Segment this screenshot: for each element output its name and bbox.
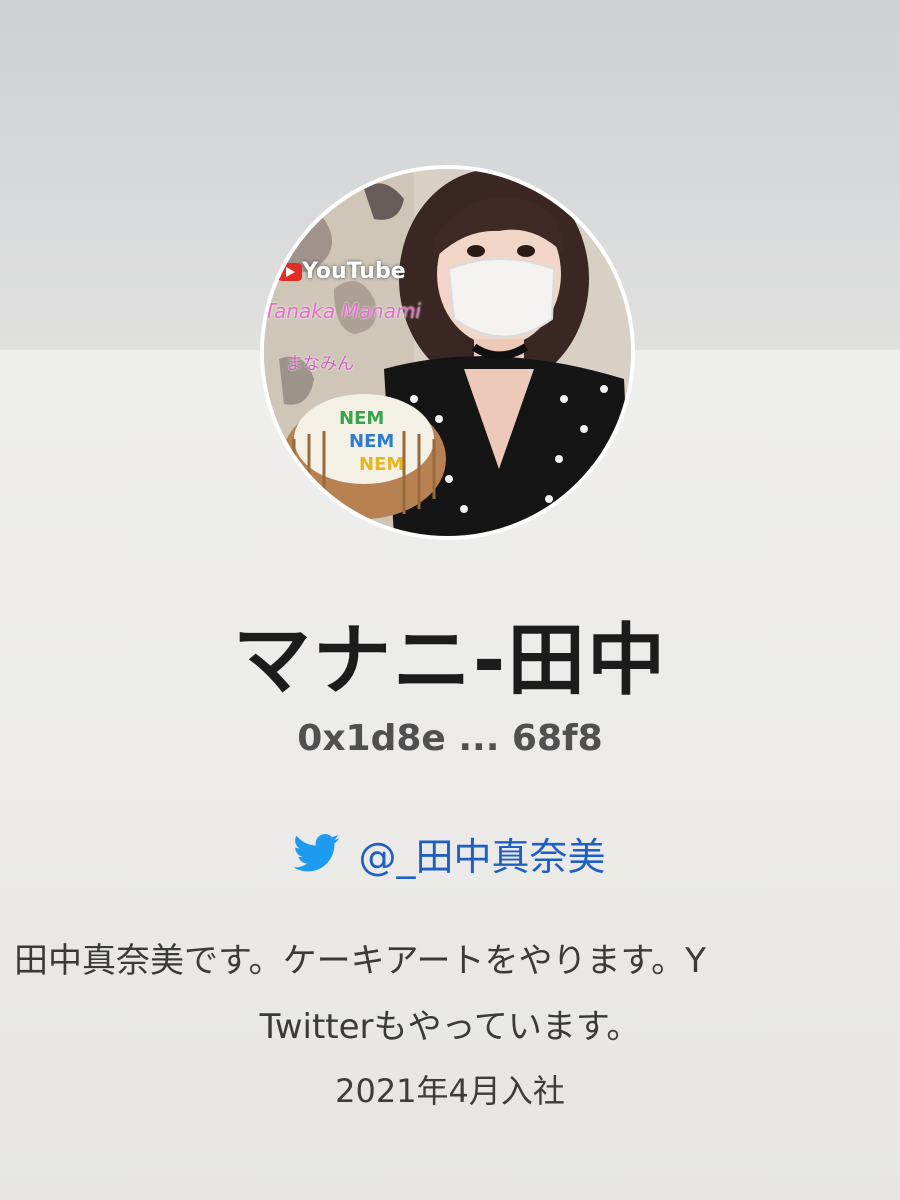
cake-text-3: NEM bbox=[359, 454, 404, 475]
twitter-link[interactable]: @_田中真奈美 bbox=[0, 826, 900, 881]
bio-line-1: 。田中真奈美です。ケーキアートをやります。Y bbox=[0, 941, 706, 981]
twitter-handle[interactable]: @_田中真奈美 bbox=[358, 826, 605, 881]
profile-display-name: マナニ-田中 bbox=[232, 616, 668, 706]
wallet-address[interactable]: 0x1d8e ... 68f8 bbox=[0, 718, 900, 759]
twitter-bird-icon bbox=[294, 834, 340, 872]
cake-text-1: NEM bbox=[339, 408, 384, 429]
avatar-overlay-name: Tanaka Manami bbox=[264, 299, 421, 323]
cake-text-2: NEM bbox=[349, 431, 394, 452]
joined-date: 2021年4月入社 bbox=[335, 1072, 565, 1110]
avatar-youtube-label: YouTube bbox=[302, 259, 406, 284]
avatar-overlay-sub: まなみん bbox=[286, 354, 354, 374]
avatar[interactable]: NEM NEM NEM YouTube Tanaka Manami まなみん bbox=[260, 165, 635, 540]
bio-line-2: Twitterもやっています。 bbox=[259, 1007, 641, 1047]
